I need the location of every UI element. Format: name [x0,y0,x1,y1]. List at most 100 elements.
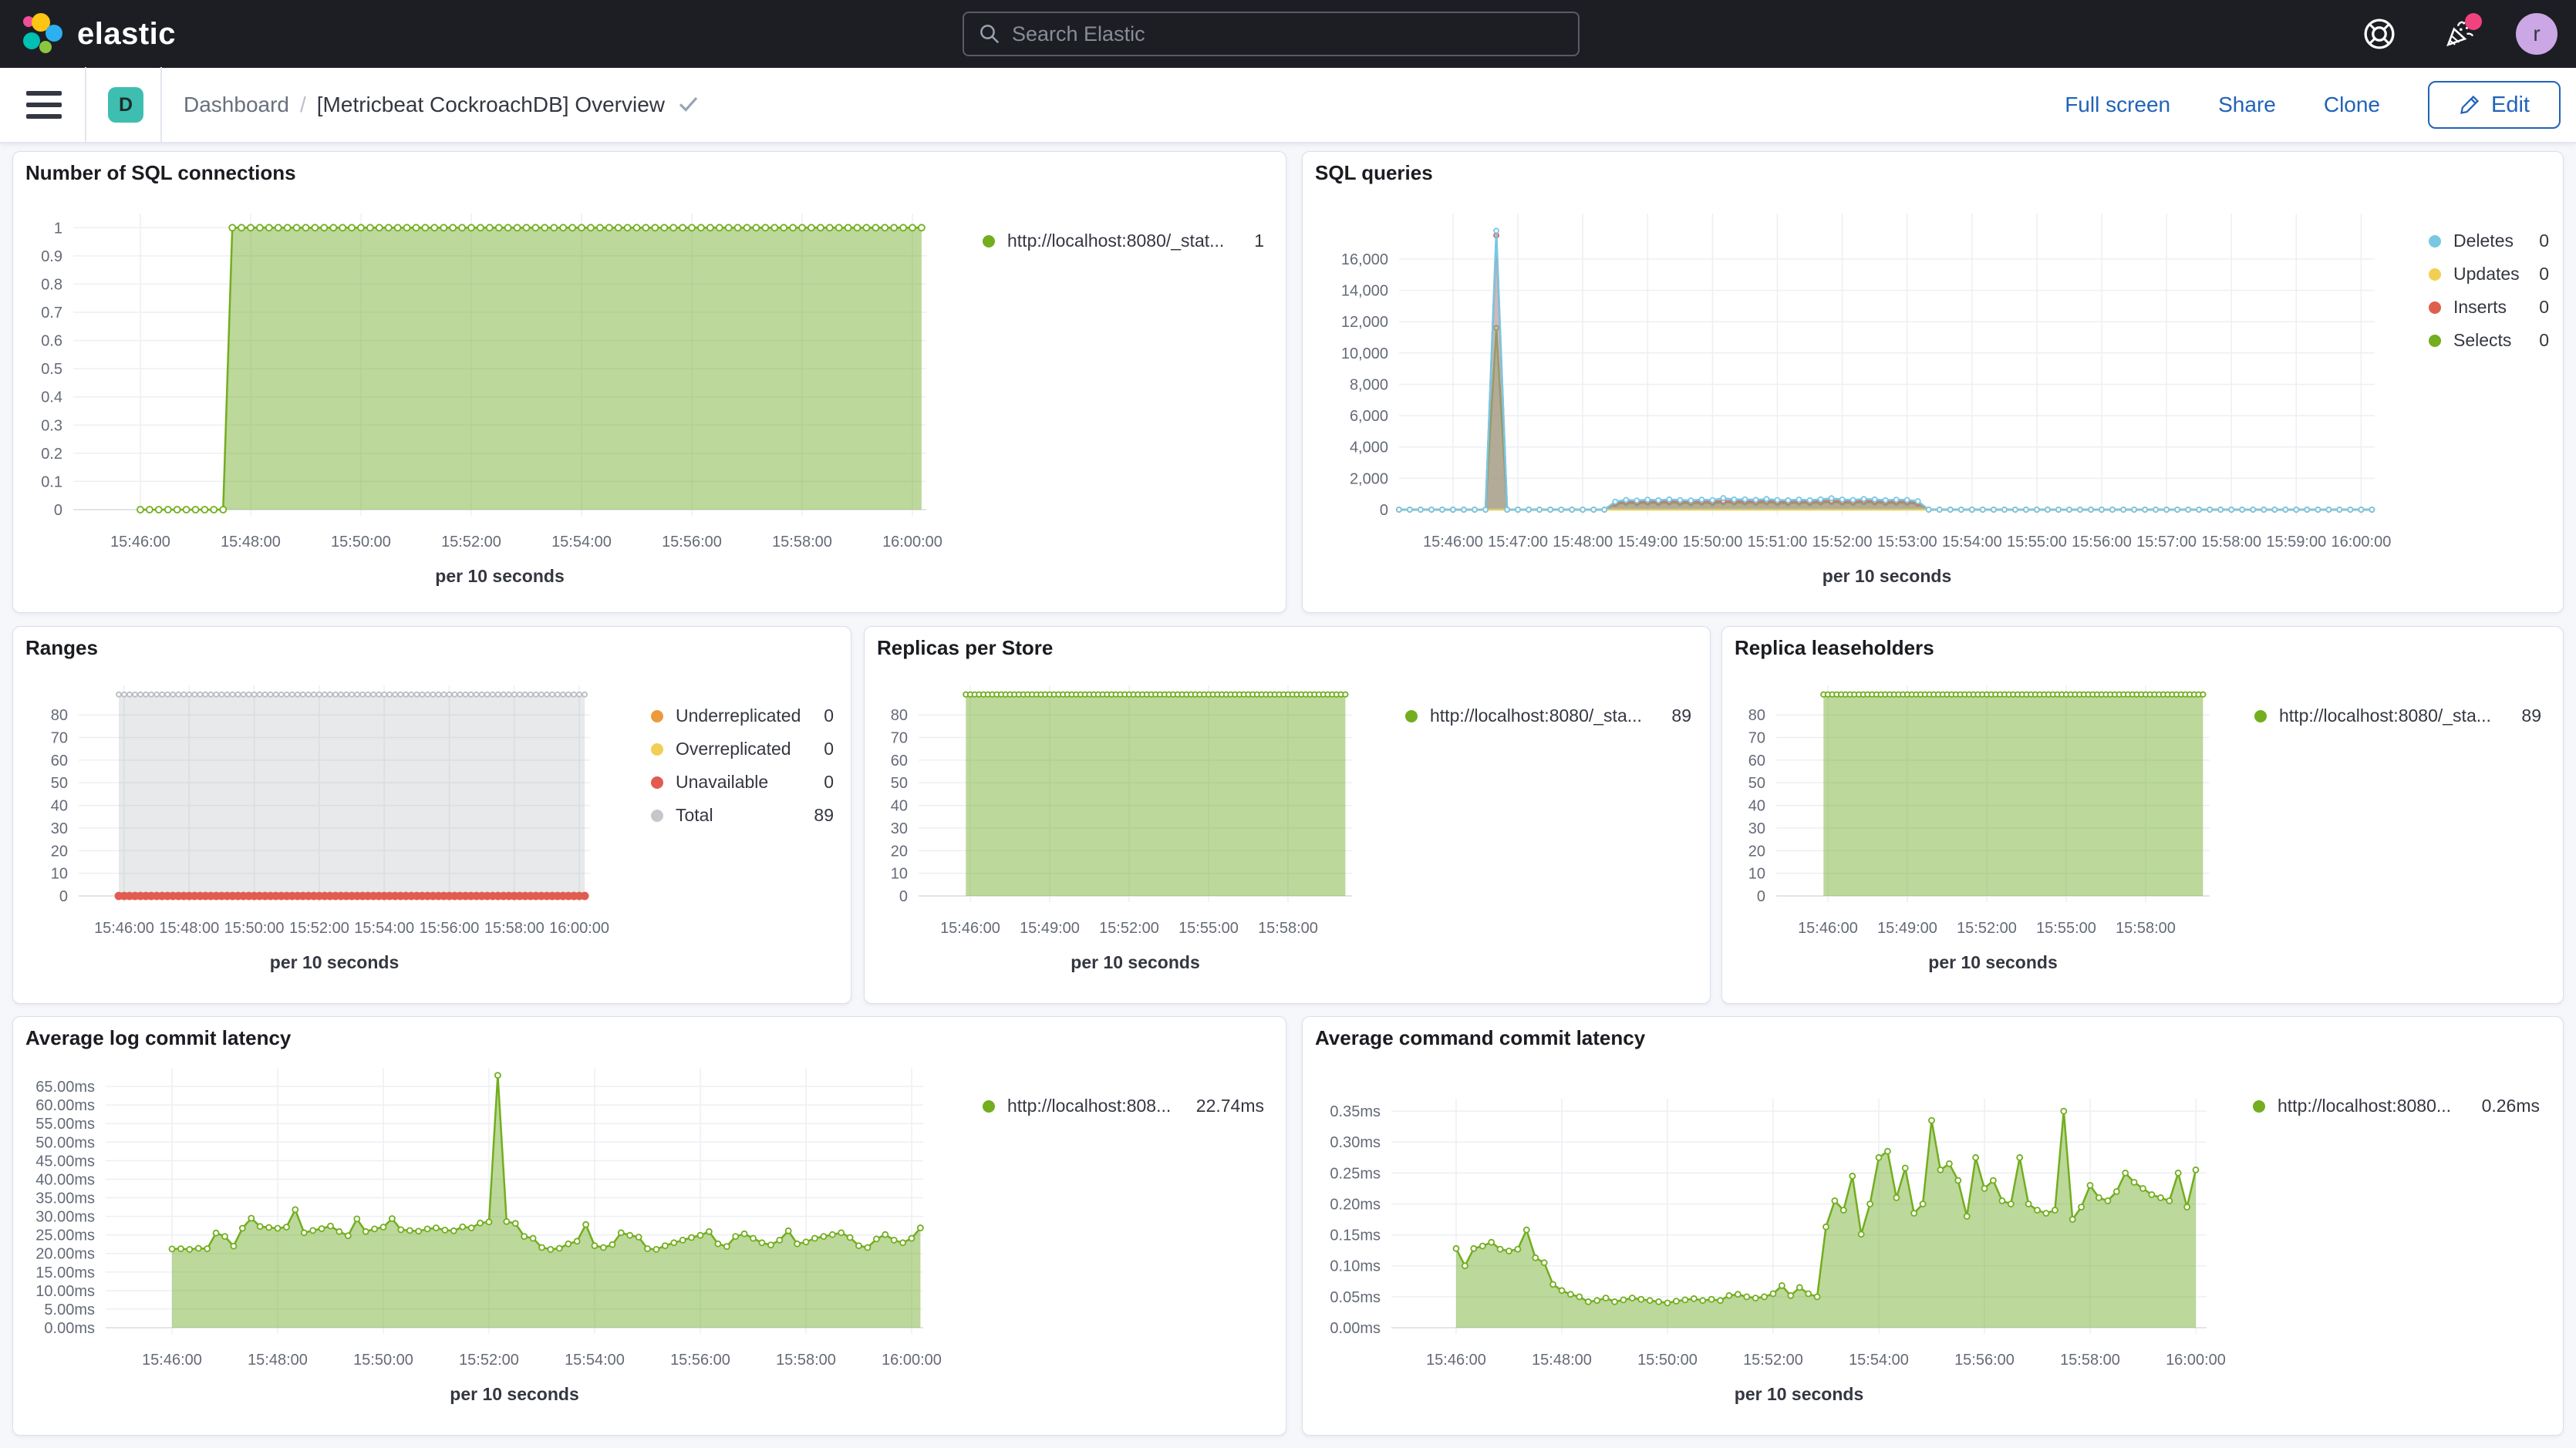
svg-text:0: 0 [899,888,908,905]
svg-text:0.3: 0.3 [41,417,62,434]
svg-text:per 10 seconds: per 10 seconds [435,566,564,586]
share-button[interactable]: Share [2218,93,2276,117]
legend-value: 0 [824,772,834,793]
svg-text:30: 30 [51,820,68,837]
svg-text:15:55:00: 15:55:00 [1178,920,1239,937]
legend-value: 0 [2539,297,2549,318]
svg-text:55.00ms: 55.00ms [35,1116,95,1133]
panel-title: Replicas per Store [877,636,1053,660]
series-dot-icon [2429,235,2441,248]
svg-text:15:54:00: 15:54:00 [551,534,612,551]
svg-text:10: 10 [1748,866,1765,883]
svg-text:16:00:00: 16:00:00 [2331,534,2391,551]
series-dot-icon [2429,335,2441,347]
legend-item[interactable]: http://localhost:8080/_stat... 1 [983,224,1264,258]
svg-text:2,000: 2,000 [1350,470,1388,487]
svg-text:0.35ms: 0.35ms [1330,1103,1381,1120]
svg-text:15:46:00: 15:46:00 [1423,534,1483,551]
svg-text:15:49:00: 15:49:00 [1617,534,1677,551]
svg-text:0.15ms: 0.15ms [1330,1227,1381,1244]
help-button[interactable] [2359,13,2400,55]
full-screen-button[interactable]: Full screen [2065,93,2170,117]
chart-legend: Deletes 0 Updates 0 Inserts 0 Selects 0 [2429,224,2549,357]
elastic-home-link[interactable]: elastic [22,12,176,56]
svg-text:0: 0 [59,888,68,905]
svg-text:15:50:00: 15:50:00 [1682,534,1742,551]
svg-text:15:54:00: 15:54:00 [1942,534,2002,551]
svg-text:15.00ms: 15.00ms [35,1264,95,1281]
legend-item[interactable]: http://localhost:808... 22.74ms [983,1089,1264,1123]
menu-button[interactable] [26,91,62,119]
svg-text:30.00ms: 30.00ms [35,1209,95,1226]
svg-text:0: 0 [54,502,62,519]
svg-text:0.2: 0.2 [41,446,62,463]
search-input[interactable] [1012,22,1578,46]
svg-text:16:00:00: 16:00:00 [549,920,609,937]
svg-text:15:58:00: 15:58:00 [2116,920,2176,937]
chart-replicas-per-store[interactable]: 0102030405060708015:46:0015:49:0015:52:0… [865,627,1711,1005]
svg-text:0: 0 [1757,888,1765,905]
svg-text:per 10 seconds: per 10 seconds [1735,1384,1863,1404]
svg-text:15:56:00: 15:56:00 [1954,1352,2015,1369]
legend-value: 0 [2539,330,2549,351]
legend-label: http://localhost:808... [1007,1096,1171,1116]
svg-text:15:49:00: 15:49:00 [1020,920,1080,937]
svg-text:per 10 seconds: per 10 seconds [1071,952,1199,972]
svg-text:20: 20 [51,843,68,860]
lifebuoy-help-icon [2362,17,2396,51]
panel-title: Ranges [25,636,98,660]
clone-button[interactable]: Clone [2324,93,2380,117]
svg-text:15:55:00: 15:55:00 [2007,534,2067,551]
user-avatar[interactable]: r [2516,13,2557,55]
global-search-bar[interactable] [963,12,1580,56]
legend-item[interactable]: Selects 0 [2429,324,2549,357]
legend-item[interactable]: Underreplicated 0 [651,699,834,732]
chart-average-command-commit-latency[interactable]: 0.00ms0.05ms0.10ms0.15ms0.20ms0.25ms0.30… [1303,1017,2564,1436]
svg-text:70: 70 [1748,730,1765,747]
panel-title: Average log commit latency [25,1026,291,1050]
legend-item[interactable]: Overreplicated 0 [651,732,834,766]
legend-item[interactable]: Total 89 [651,799,834,832]
chart-number-of-sql-connections[interactable]: 00.10.20.30.40.50.60.70.80.9115:46:0015:… [13,152,1287,614]
svg-text:16,000: 16,000 [1341,251,1388,268]
legend-item[interactable]: http://localhost:8080/_sta... 89 [1405,699,1691,732]
legend-value: 0 [824,739,834,759]
svg-text:80: 80 [1748,707,1765,724]
svg-text:60: 60 [891,753,908,769]
chart-replica-leaseholders[interactable]: 0102030405060708015:46:0015:49:0015:52:0… [1722,627,2564,1005]
svg-text:15:58:00: 15:58:00 [484,920,545,937]
notification-dot [2465,13,2482,30]
legend-value: 0.26ms [2482,1096,2540,1116]
chart-sql-queries[interactable]: 02,0004,0006,0008,00010,00012,00014,0001… [1303,152,2564,614]
legend-item[interactable]: Updates 0 [2429,258,2549,291]
legend-item[interactable]: Inserts 0 [2429,291,2549,324]
legend-label: Deletes [2453,231,2514,251]
legend-item[interactable]: http://localhost:8080/_sta... 89 [2254,699,2541,732]
check-icon[interactable] [679,96,699,113]
svg-text:40: 40 [891,798,908,815]
chart-legend: http://localhost:808... 22.74ms [983,1089,1264,1123]
series-dot-icon [651,776,663,789]
svg-text:15:55:00: 15:55:00 [2036,920,2096,937]
dashboard-badge-initial: D [119,94,133,116]
panel-title: SQL queries [1315,161,1433,185]
svg-text:15:48:00: 15:48:00 [1532,1352,1592,1369]
chart-legend: http://localhost:8080... 0.26ms [2253,1089,2540,1123]
legend-item[interactable]: Deletes 0 [2429,224,2549,258]
svg-text:0.7: 0.7 [41,305,62,322]
svg-text:15:58:00: 15:58:00 [2201,534,2261,551]
panel-title: Replica leaseholders [1735,636,1934,660]
breadcrumb-dashboard-link[interactable]: Dashboard [184,93,289,117]
chart-average-log-commit-latency[interactable]: 0.00ms5.00ms10.00ms15.00ms20.00ms25.00ms… [13,1017,1287,1436]
legend-item[interactable]: Unavailable 0 [651,766,834,799]
chart-legend: http://localhost:8080/_sta... 89 [2254,699,2541,732]
svg-text:0.05ms: 0.05ms [1330,1289,1381,1306]
svg-text:20.00ms: 20.00ms [35,1246,95,1263]
svg-text:15:54:00: 15:54:00 [354,920,414,937]
newsfeed-button[interactable] [2437,13,2479,55]
series-dot-icon [2429,268,2441,281]
legend-item[interactable]: http://localhost:8080... 0.26ms [2253,1089,2540,1123]
svg-text:15:46:00: 15:46:00 [1798,920,1858,937]
edit-button[interactable]: Edit [2428,81,2561,129]
dashboard-badge[interactable]: D [108,87,143,123]
